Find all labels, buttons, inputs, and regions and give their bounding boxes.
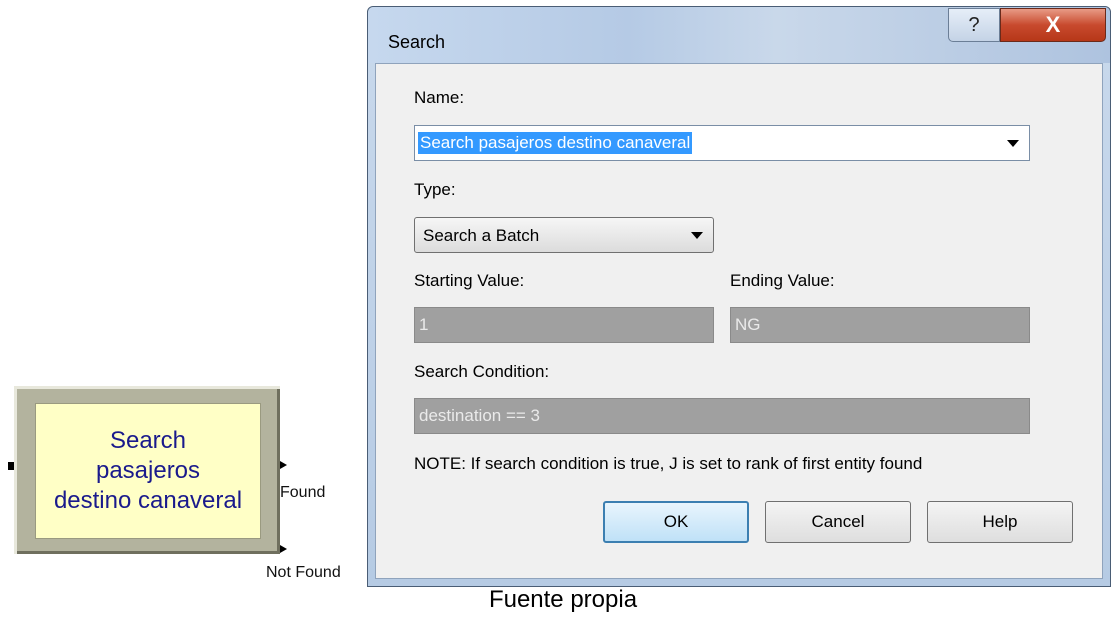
dialog-titlebar[interactable]: Search ? X <box>368 7 1110 63</box>
cancel-button[interactable]: Cancel <box>765 501 911 543</box>
search-module-face: Search pasajeros destino canaveral <box>35 403 261 539</box>
search-dialog: Search ? X Name: Search pasajeros destin… <box>367 6 1111 587</box>
chevron-down-icon[interactable] <box>1007 140 1019 147</box>
search-condition-label: Search Condition: <box>414 362 550 381</box>
module-title-line-2: pasajeros <box>95 457 201 484</box>
search-module-block[interactable]: Search pasajeros destino canaveral <box>14 386 280 554</box>
search-condition-field: destination == 3 <box>414 398 1030 434</box>
name-combobox[interactable]: Search pasajeros destino canaveral <box>414 125 1030 161</box>
type-selected-value: Search a Batch <box>423 226 540 245</box>
ok-button[interactable]: OK <box>603 501 749 543</box>
dialog-client-area: Name: Search pasajeros destino canaveral… <box>375 63 1103 579</box>
help-icon[interactable]: ? <box>948 8 1000 42</box>
name-input[interactable]: Search pasajeros destino canaveral <box>418 132 693 154</box>
type-label: Type: <box>414 180 456 199</box>
found-exit-label: Found <box>280 484 326 501</box>
figure-caption: Fuente propia <box>488 586 638 613</box>
not-found-exit-label: Not Found <box>266 564 341 581</box>
ending-value-field: NG <box>730 307 1030 343</box>
module-title-line-3: destino canaveral <box>53 487 243 514</box>
module-title-line-1: Search <box>109 427 187 454</box>
found-exit-arrow-icon[interactable] <box>280 461 287 469</box>
name-label: Name: <box>414 88 465 107</box>
dialog-title: Search <box>388 32 446 52</box>
close-icon[interactable]: X <box>1000 8 1106 42</box>
ending-value-label: Ending Value: <box>730 271 835 290</box>
not-found-exit-arrow-icon[interactable] <box>280 545 287 553</box>
search-module: Search pasajeros destino canaveral Found… <box>0 0 370 624</box>
starting-value-field: 1 <box>414 307 714 343</box>
note-text: NOTE: If search condition is true, J is … <box>414 454 923 473</box>
chevron-down-icon[interactable] <box>691 232 703 239</box>
starting-value-label: Starting Value: <box>414 271 525 290</box>
type-select[interactable]: Search a Batch <box>414 217 714 253</box>
module-title: Search pasajeros destino canaveral <box>54 426 242 516</box>
help-button[interactable]: Help <box>927 501 1073 543</box>
